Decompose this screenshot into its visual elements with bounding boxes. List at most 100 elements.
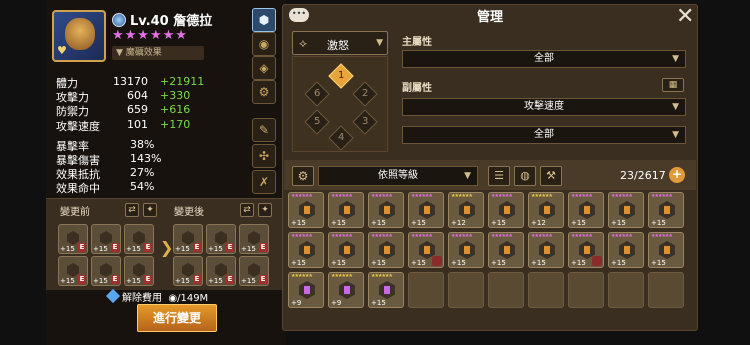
slot-3[interactable]: 3 xyxy=(352,109,378,135)
rune-level: +15 xyxy=(126,277,141,285)
sub-attr-label: 副屬性 xyxy=(402,83,432,94)
grid-view-icon[interactable]: ▦ xyxy=(662,78,684,92)
rune-item[interactable]: ★★★★★★ +15 xyxy=(288,192,324,228)
before-rune-slot[interactable]: +15 E xyxy=(58,224,88,254)
rune-item[interactable]: ★★★★★★ +15 xyxy=(368,232,404,268)
rune-effect-toggle[interactable]: ▼ 魔礪效果 xyxy=(112,46,204,60)
skill-icon: ◈ xyxy=(259,61,269,75)
rune-icon xyxy=(619,201,635,219)
rune-set-dropdown[interactable]: ⟡ 激怒 ▼ xyxy=(292,31,388,55)
stat-bonus: +170 xyxy=(160,118,191,131)
slot-2[interactable]: 2 xyxy=(352,81,378,107)
star-rating: ★★★★★★ xyxy=(331,193,353,199)
rune-item[interactable]: ★★★★★★ +9 xyxy=(328,272,364,308)
rune-item[interactable]: ★★★★★★ +15 xyxy=(288,232,324,268)
stat-bonus: +330 xyxy=(160,89,191,102)
sub-attr-dropdown-2[interactable]: 全部 ▼ xyxy=(402,126,686,144)
empty-slot xyxy=(448,272,484,308)
after-swap-icon[interactable]: ⇄ xyxy=(240,203,254,217)
rune-item[interactable]: ★★★★★★ +15 xyxy=(608,192,644,228)
stat-value: 143% xyxy=(130,152,162,165)
after-remove-icon[interactable]: ✦ xyxy=(258,203,272,217)
rune-item[interactable]: ★★★★★★ +15 xyxy=(528,232,564,268)
star-rating: ★★★★★★ xyxy=(651,193,673,199)
rune-item[interactable]: ★★★★★★ +15 xyxy=(608,232,644,268)
after-rune-slot[interactable]: +15 E xyxy=(173,256,203,286)
slot-1[interactable]: 1 xyxy=(328,63,354,89)
before-swap-icon[interactable]: ⇄ xyxy=(125,203,139,217)
misc-icon: ⚙ xyxy=(258,85,270,99)
rune-item[interactable]: ★★★★★★ +15 xyxy=(368,272,404,308)
rune-item[interactable]: ★★★★★★ +15 xyxy=(448,232,484,268)
after-rune-slot[interactable]: +15 E xyxy=(206,256,236,286)
close-icon[interactable]: ✕ xyxy=(676,4,694,29)
bag-icon[interactable]: ◍ xyxy=(514,166,536,186)
chevron-down-icon: ▼ xyxy=(672,54,679,64)
chevron-down-icon: ▼ xyxy=(464,171,471,181)
rune-item[interactable]: ★★★★★★ +15 xyxy=(648,192,684,228)
equipped-monster-icon xyxy=(592,256,602,266)
star-rating: ★★★★★★ xyxy=(531,233,553,239)
chevron-down-icon: ▼ xyxy=(672,130,679,140)
tab-runes[interactable]: ⬢ xyxy=(252,8,276,32)
rune-item[interactable]: ★★★★★★ +12 xyxy=(528,192,564,228)
slot-5[interactable]: 5 xyxy=(304,109,330,135)
chevron-down-icon: ▼ xyxy=(376,38,383,48)
star-rating: ★★★★★★ xyxy=(411,233,433,239)
sort-order-icon[interactable]: ☰ xyxy=(488,166,510,186)
star-rating: ★★★★★★ xyxy=(411,193,433,199)
rune-icon xyxy=(619,241,635,259)
rune-icon xyxy=(499,241,515,259)
rune-item[interactable]: ★★★★★★ +15 xyxy=(648,232,684,268)
after-rune-slot[interactable]: +15 E xyxy=(173,224,203,254)
sub-attr-dropdown-1[interactable]: 攻擊速度 ▼ xyxy=(402,98,686,116)
rune-level: +15 xyxy=(208,245,223,253)
before-remove-icon[interactable]: ✦ xyxy=(143,203,157,217)
rune-item[interactable]: ★★★★★★ +15 xyxy=(328,232,364,268)
tab-misc[interactable]: ⚙ xyxy=(252,80,276,104)
rune-item[interactable]: ★★★★★★ +9 xyxy=(288,272,324,308)
rune-item[interactable]: ★★★★★★ +15 xyxy=(568,232,604,268)
before-rune-slot[interactable]: +15 E xyxy=(91,224,121,254)
rune-item[interactable]: ★★★★★★ +15 xyxy=(368,192,404,228)
rune-item[interactable]: ★★★★★★ +15 xyxy=(568,192,604,228)
star-rating: ★★★★★★ xyxy=(371,193,393,199)
main-attr-label: 主屬性 xyxy=(402,37,432,48)
before-rune-slot[interactable]: +15 E xyxy=(91,256,121,286)
tab-rune-stats[interactable]: ✣ xyxy=(252,144,276,168)
rune-tag: E xyxy=(259,243,267,252)
before-rune-slot[interactable]: +15 E xyxy=(124,256,154,286)
main-attr-dropdown[interactable]: 全部 ▼ xyxy=(402,50,686,68)
rune-item[interactable]: ★★★★★★ +15 xyxy=(328,192,364,228)
level-label: Lv.40 xyxy=(130,14,169,29)
rune-item[interactable]: ★★★★★★ +12 xyxy=(448,192,484,228)
rune-item[interactable]: ★★★★★★ +15 xyxy=(488,192,524,228)
hammer-icon[interactable]: ⚒ xyxy=(540,166,562,186)
artifact-icon: ◉ xyxy=(258,37,270,51)
rune-item[interactable]: ★★★★★★ +15 xyxy=(488,232,524,268)
slot-6[interactable]: 6 xyxy=(304,81,330,107)
sort-dropdown[interactable]: 依照等級 ▼ xyxy=(318,166,478,186)
rune-item[interactable]: ★★★★★★ +15 xyxy=(408,192,444,228)
before-rune-slot[interactable]: +15 E xyxy=(124,224,154,254)
empty-slot xyxy=(568,272,604,308)
gear-icon[interactable]: ⚙ xyxy=(292,166,314,186)
after-rune-slot[interactable]: +15 E xyxy=(206,224,236,254)
rune-level: +15 xyxy=(60,277,75,285)
tab-artifacts[interactable]: ◉ xyxy=(252,32,276,56)
slot-4[interactable]: 4 xyxy=(328,125,354,151)
chevron-right-icon: ❯ xyxy=(160,238,174,257)
monster-name: 詹德拉 xyxy=(173,14,213,29)
after-rune-slot[interactable]: +15 E xyxy=(239,224,269,254)
rune-slot-selector: 1 2 3 4 5 6 xyxy=(292,56,388,152)
expand-inventory-button[interactable]: + xyxy=(669,167,685,183)
tab-rune-remove[interactable]: ✗ xyxy=(252,170,276,194)
tab-rune-craft[interactable]: ✎ xyxy=(252,118,276,142)
confirm-change-button[interactable]: 進行變更 xyxy=(137,304,217,332)
monster-avatar[interactable]: ♥ xyxy=(52,10,106,62)
after-rune-slot[interactable]: +15 E xyxy=(239,256,269,286)
tab-skills[interactable]: ◈ xyxy=(252,56,276,80)
rune-item[interactable]: ★★★★★★ +15 xyxy=(408,232,444,268)
before-rune-slot[interactable]: +15 E xyxy=(58,256,88,286)
chevron-down-icon: ▼ xyxy=(672,102,679,112)
